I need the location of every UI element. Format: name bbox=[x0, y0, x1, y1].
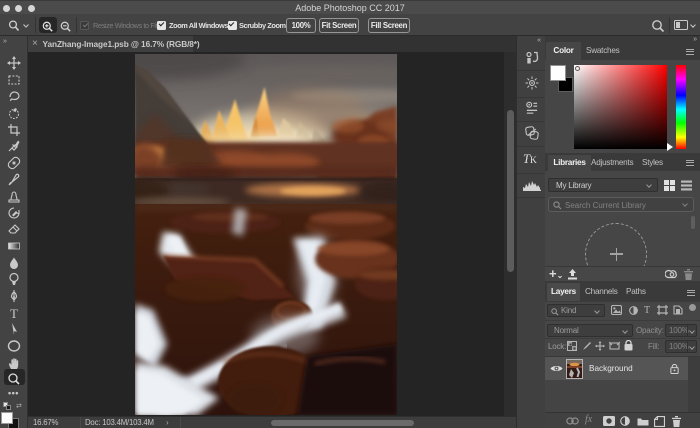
svg-text:T: T bbox=[10, 306, 18, 320]
